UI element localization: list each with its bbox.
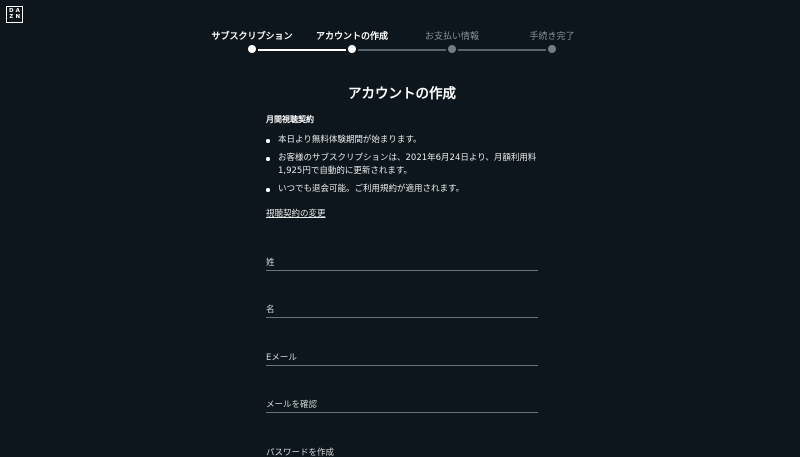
password-field[interactable]: パスワードを作成 xyxy=(266,446,538,457)
step-payment-label: お支払い情報 xyxy=(424,32,480,42)
page-title: アカウントの作成 xyxy=(348,86,456,102)
step-connector-1 xyxy=(258,49,346,51)
page: D A Z N サブスクリプション アカウントの作成 お支払い情報 手続き完了 … xyxy=(0,0,800,457)
plan-details-list: 本日より無料体験期間が始まります。 お客様のサブスクリプションは、2021年6月… xyxy=(266,134,538,201)
change-plan-link[interactable]: 視聴契約の変更 xyxy=(266,207,326,219)
plan-detail-item: 本日より無料体験期間が始まります。 xyxy=(266,134,538,147)
plan-detail-item: いつでも退会可能。ご利用規約が適用されます。 xyxy=(266,183,538,196)
email-label: Eメール xyxy=(266,353,297,363)
step-payment-dot xyxy=(448,45,456,53)
step-connector-2 xyxy=(358,49,446,51)
password-label: パスワードを作成 xyxy=(266,448,335,457)
step-account-label: アカウントの作成 xyxy=(315,32,389,42)
last-name-field[interactable]: 姓 xyxy=(266,256,538,271)
first-name-label: 名 xyxy=(266,305,275,315)
plan-title: 月間視聴契約 xyxy=(266,115,314,124)
logo-letter-n: N xyxy=(15,14,21,20)
step-complete-label: 手続き完了 xyxy=(529,32,575,42)
email-field[interactable]: Eメール xyxy=(266,351,538,366)
step-subscription-label: サブスクリプション xyxy=(211,32,293,42)
email-confirm-field[interactable]: メールを確認 xyxy=(266,398,538,413)
step-account-dot xyxy=(348,45,356,53)
first-name-field[interactable]: 名 xyxy=(266,303,538,318)
progress-stepper: サブスクリプション アカウントの作成 お支払い情報 手続き完了 xyxy=(0,29,800,59)
email-confirm-label: メールを確認 xyxy=(266,400,318,410)
step-complete-dot xyxy=(548,45,556,53)
dazn-logo[interactable]: D A Z N xyxy=(6,6,23,23)
step-connector-3 xyxy=(458,49,546,51)
step-subscription-dot xyxy=(248,45,256,53)
plan-detail-item: お客様のサブスクリプションは、2021年6月24日より、月額利用料1,925円で… xyxy=(266,152,538,178)
last-name-label: 姓 xyxy=(266,258,275,268)
